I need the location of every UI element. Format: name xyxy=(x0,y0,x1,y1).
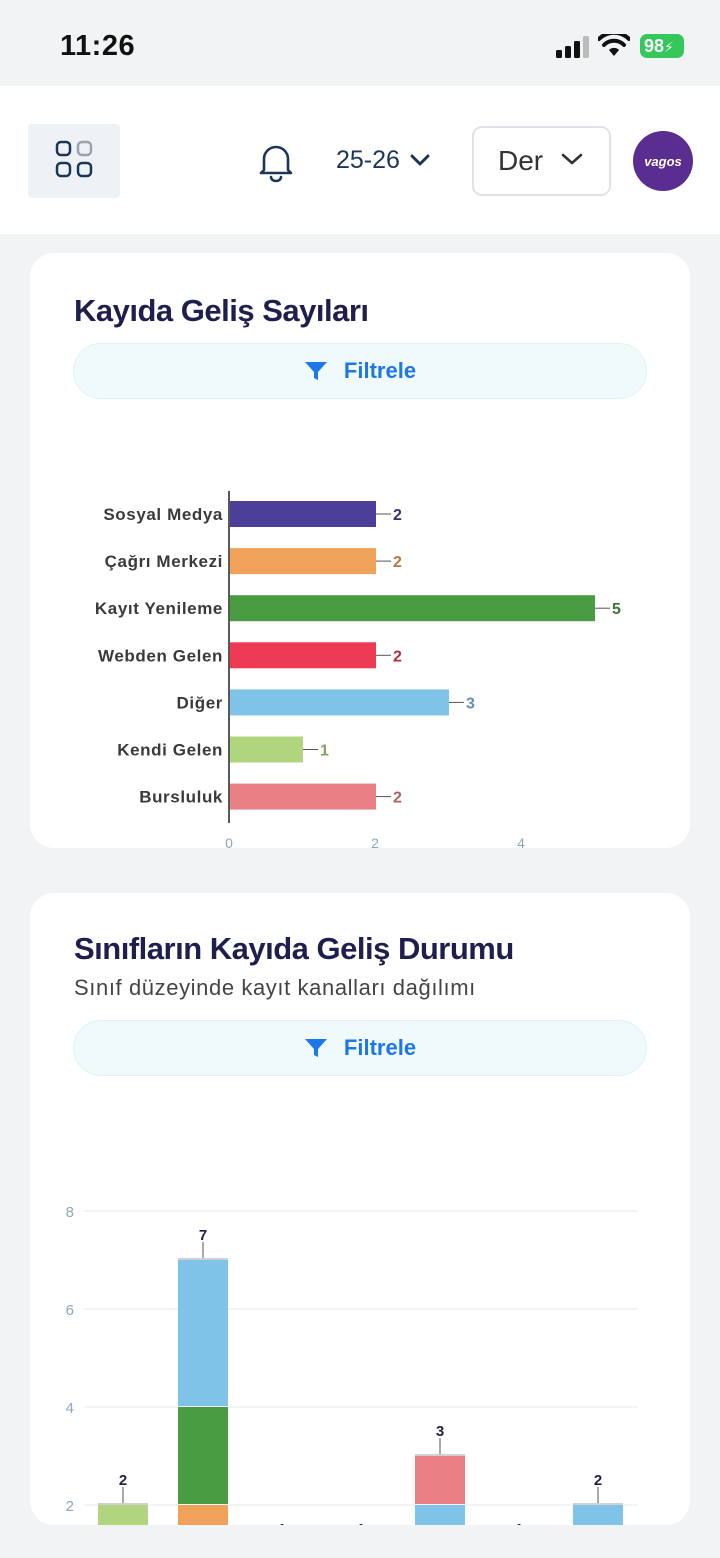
data-label: 1 xyxy=(320,743,329,760)
bar xyxy=(230,642,376,669)
battery-level: 98 xyxy=(644,36,665,56)
total-label: 1 xyxy=(357,1521,365,1525)
status-bar: 11:26 98⚡ xyxy=(0,0,720,86)
bar xyxy=(230,783,376,810)
bar-segment xyxy=(415,1456,465,1504)
total-label: 1 xyxy=(278,1521,286,1525)
category-label: Diğer xyxy=(177,693,223,712)
year-selector[interactable]: 25-26 xyxy=(336,142,430,178)
class-stacked-bar-chart: 2 4 6 8 2 7 1 1 3 1 2 xyxy=(66,1204,638,1525)
data-label: 2 xyxy=(393,507,402,524)
status-time: 11:26 xyxy=(60,30,136,62)
grid-menu-icon xyxy=(55,140,93,178)
y-tick-label: 6 xyxy=(66,1302,74,1319)
user-avatar[interactable]: vagos xyxy=(633,131,693,191)
total-label: 1 xyxy=(515,1521,523,1525)
data-label: 2 xyxy=(393,648,402,665)
data-label: 5 xyxy=(612,601,621,618)
category-label: Kayıt Yenileme xyxy=(95,599,223,618)
bar-segment xyxy=(98,1505,148,1525)
bar-cap xyxy=(98,1503,148,1505)
total-label: 2 xyxy=(119,1472,127,1489)
bar xyxy=(230,501,376,527)
term-value: Der xyxy=(498,145,544,176)
bar xyxy=(230,689,449,716)
enrollment-channel-bar-chart: Sosyal Medya 2 Çağrı Merkezi 2 Kayıt Yenilem… xyxy=(95,491,621,848)
total-label: 3 xyxy=(436,1423,444,1440)
bar-cap xyxy=(573,1503,623,1505)
category-label: Webden Gelen xyxy=(98,646,223,665)
term-selector[interactable]: Der xyxy=(472,126,611,196)
bar-segment xyxy=(178,1505,228,1525)
class-enrollment-card: Sınıfların Kayıda Geliş Durumu Sınıf düz… xyxy=(30,893,690,1525)
bar-segment xyxy=(573,1505,623,1525)
signal-icon xyxy=(556,36,589,58)
battery-indicator: 98⚡ xyxy=(640,34,684,58)
app-header: 25-26 Der vagos xyxy=(0,86,720,234)
avatar-logo-text: vagos xyxy=(644,153,682,169)
bar-cap xyxy=(415,1454,465,1456)
bar-cap xyxy=(178,1258,228,1260)
x-tick-label: 4 xyxy=(517,835,525,848)
data-label: 3 xyxy=(466,695,475,712)
y-tick-label: 4 xyxy=(66,1400,74,1417)
y-tick-label: 8 xyxy=(66,1204,74,1221)
bar-segment xyxy=(415,1505,465,1525)
category-label: Sosyal Medya xyxy=(103,505,223,524)
wifi-icon xyxy=(598,34,630,56)
chevron-down-icon xyxy=(410,154,430,166)
category-label: Kendi Gelen xyxy=(117,741,223,760)
bar-segment xyxy=(178,1407,228,1504)
x-tick-label: 2 xyxy=(371,835,379,848)
bar xyxy=(230,736,303,763)
bar xyxy=(230,548,376,575)
enrollment-count-card: Kayıda Geliş Sayıları Filtrele Sosyal Me… xyxy=(30,253,690,848)
chevron-down-icon xyxy=(561,153,583,165)
data-label: 2 xyxy=(393,554,402,571)
year-value: 25-26 xyxy=(336,145,400,174)
menu-button[interactable] xyxy=(28,124,120,198)
y-tick-label: 2 xyxy=(66,1498,74,1515)
category-label: Çağrı Merkezi xyxy=(105,552,223,571)
total-label: 7 xyxy=(199,1227,207,1244)
data-label: 2 xyxy=(393,790,402,807)
notification-bell-icon[interactable] xyxy=(256,140,296,184)
total-label: 2 xyxy=(594,1472,602,1489)
category-label: Bursluluk xyxy=(139,788,223,807)
bar-segment xyxy=(178,1260,228,1406)
bar xyxy=(230,595,595,622)
x-tick-label: 0 xyxy=(225,835,233,848)
